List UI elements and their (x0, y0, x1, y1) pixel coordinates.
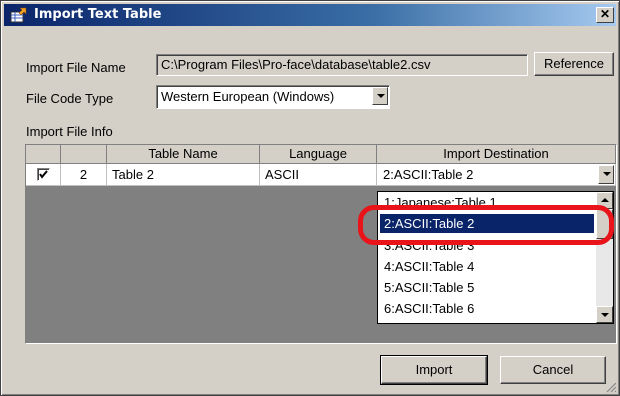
reference-button[interactable]: Reference (534, 52, 614, 76)
chevron-down-icon[interactable] (598, 165, 614, 184)
window-title: Import Text Table (34, 7, 162, 22)
dropdown-option[interactable]: 3:ASCII:Table 3 (380, 236, 594, 255)
file-code-type-select[interactable]: Western European (Windows) (156, 85, 390, 109)
column-header-import-destination[interactable]: Import Destination (377, 145, 616, 164)
scrollbar-thumb[interactable] (596, 209, 613, 239)
row-import-destination-select[interactable]: 2:ASCII:Table 2 (377, 164, 616, 186)
resize-grip-icon[interactable] (605, 381, 617, 393)
dropdown-option-selected[interactable]: 2:ASCII:Table 2 (380, 214, 594, 233)
checkmark-icon (39, 170, 48, 179)
dropdown-scrollbar[interactable] (596, 192, 613, 323)
grid-header-number (61, 145, 107, 164)
row-import-destination-value: 2:ASCII:Table 2 (383, 167, 474, 182)
import-file-path: C:\Program Files\Pro-face\database\table… (161, 57, 431, 72)
row-table-name[interactable]: Table 2 (107, 164, 260, 186)
row-language[interactable]: ASCII (260, 164, 377, 186)
chevron-down-icon[interactable] (372, 87, 388, 105)
scroll-down-icon[interactable] (596, 306, 613, 323)
row-checkbox[interactable] (37, 168, 50, 181)
file-code-type-value: Western European (Windows) (161, 89, 335, 104)
import-file-name-label: Import File Name (26, 60, 126, 75)
import-file-info-label: Import File Info (26, 124, 113, 139)
import-text-table-dialog: Import Text Table ✕ Import File Name C:\… (0, 0, 620, 396)
import-file-path-field: C:\Program Files\Pro-face\database\table… (156, 54, 528, 76)
column-header-table-name[interactable]: Table Name (107, 145, 260, 164)
grid-header-check (26, 145, 61, 164)
row-check-cell[interactable] (26, 164, 61, 186)
file-code-type-label: File Code Type (26, 91, 114, 106)
dropdown-option[interactable]: 1:Japanese:Table 1 (380, 193, 594, 212)
scroll-up-icon[interactable] (596, 192, 613, 209)
cancel-button[interactable]: Cancel (500, 356, 606, 384)
close-icon[interactable]: ✕ (596, 7, 614, 23)
dropdown-option[interactable]: 6:ASCII:Table 6 (380, 299, 594, 318)
import-destination-dropdown-list[interactable]: 1:Japanese:Table 1 2:ASCII:Table 2 3:ASC… (377, 191, 614, 324)
dropdown-option[interactable]: 5:ASCII:Table 5 (380, 278, 594, 297)
import-button[interactable]: Import (381, 356, 487, 384)
title-bar[interactable]: Import Text Table ✕ (4, 4, 616, 26)
column-header-language[interactable]: Language (260, 145, 377, 164)
import-table-icon (10, 7, 27, 23)
row-number: 2 (61, 164, 107, 186)
dropdown-option[interactable]: 4:ASCII:Table 4 (380, 257, 594, 276)
